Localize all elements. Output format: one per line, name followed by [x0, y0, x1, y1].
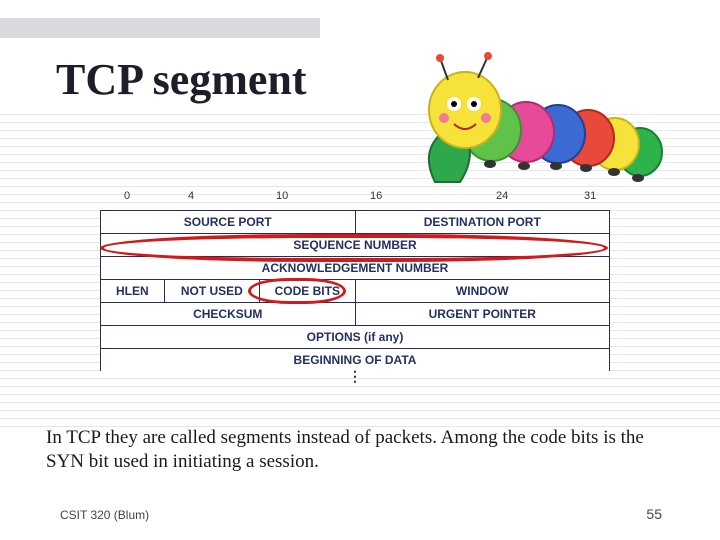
bit-10: 10	[276, 190, 288, 202]
slide-body-text: In TCP they are called segments instead …	[46, 426, 678, 475]
ack-number-cell: ACKNOWLEDGEMENT NUMBER	[101, 257, 610, 280]
footer-course: CSIT 320 (Blum)	[60, 508, 149, 522]
not-used-cell: NOT USED	[164, 280, 259, 303]
tcp-segment-diagram: 0 4 10 16 24 31 SOURCE PORT DESTINATION …	[100, 190, 610, 371]
options-cell: OPTIONS (if any)	[101, 326, 610, 349]
hlen-cell: HLEN	[101, 280, 165, 303]
bit-4: 4	[188, 190, 194, 202]
bit-0: 0	[124, 190, 130, 202]
checksum-cell: CHECKSUM	[101, 303, 356, 326]
code-bits-cell: CODE BITS	[260, 280, 355, 303]
bit-scale: 0 4 10 16 24 31	[100, 190, 610, 208]
caterpillar-image	[340, 52, 670, 202]
begin-data-cell: BEGINNING OF DATA ⋮	[101, 349, 610, 372]
sequence-number-cell: SEQUENCE NUMBER	[101, 234, 610, 257]
destination-port-cell: DESTINATION PORT	[355, 211, 610, 234]
slide-title: TCP segment	[56, 54, 307, 105]
window-cell: WINDOW	[355, 280, 610, 303]
bit-24: 24	[496, 190, 508, 202]
source-port-cell: SOURCE PORT	[101, 211, 356, 234]
footer-page-number: 55	[646, 506, 662, 522]
continuation-dots-icon: ⋮	[348, 368, 362, 385]
bit-31: 31	[584, 190, 596, 202]
urgent-pointer-cell: URGENT POINTER	[355, 303, 610, 326]
bit-16: 16	[370, 190, 382, 202]
